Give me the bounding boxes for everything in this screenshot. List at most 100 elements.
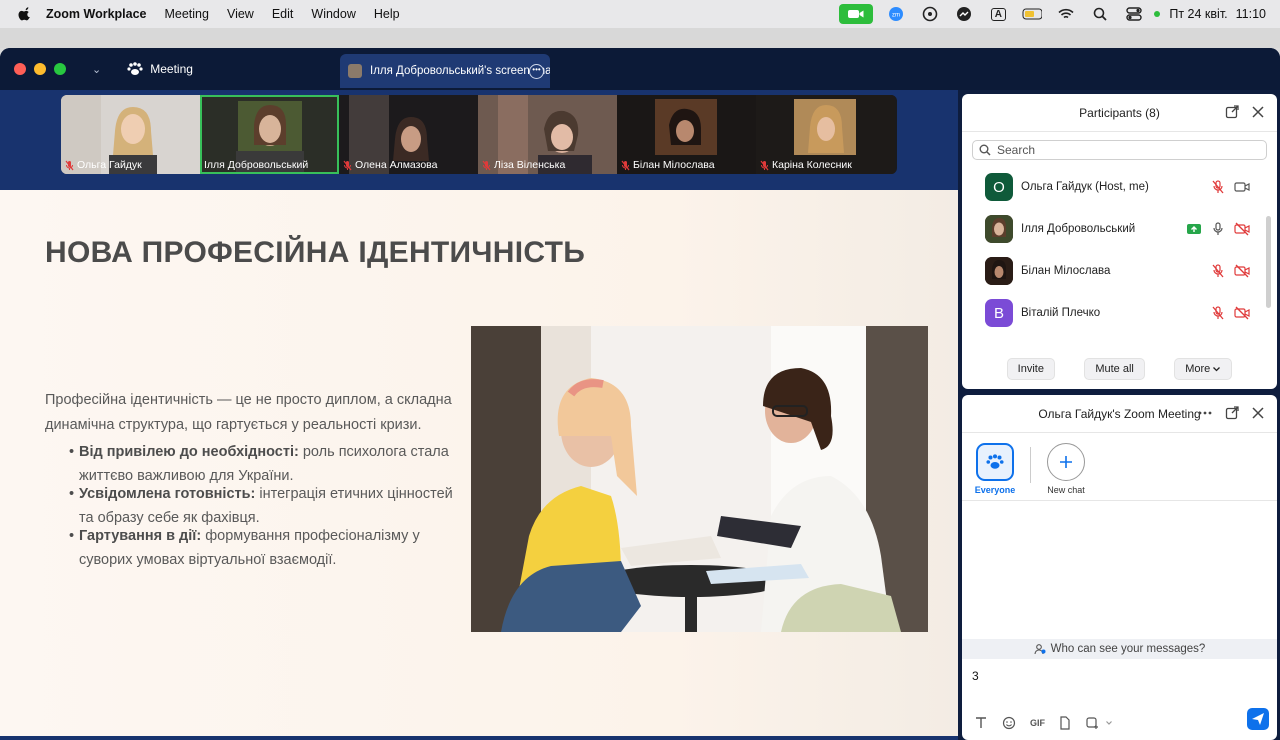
minimize-window-button[interactable] <box>34 63 46 75</box>
video-gallery-strip: Ольга Гайдук Ілля Добровольський Олена А… <box>61 95 897 174</box>
participants-search-input[interactable]: Search <box>972 140 1267 160</box>
divider <box>1030 447 1031 483</box>
viber-icon[interactable] <box>920 6 940 22</box>
menu-edit[interactable]: Edit <box>272 7 294 21</box>
window-titlebar: ⌄ Meeting Ілля Добровольський's screen s… <box>0 48 1280 90</box>
zoom-window: ⌄ Meeting Ілля Добровольський's screen s… <box>0 48 1280 740</box>
participant-name: Віталій Плечко <box>1021 307 1101 319</box>
desktop-strip <box>0 28 1280 48</box>
menubar-clock[interactable]: Пт 24 квіт. 11:10 <box>1169 7 1266 21</box>
mic-muted-icon[interactable] <box>1210 180 1226 194</box>
apple-icon[interactable] <box>18 7 32 21</box>
who-can-see-label: Who can see your messages? <box>1050 643 1206 655</box>
text-format-icon[interactable] <box>974 716 988 730</box>
mute-all-button[interactable]: Mute all <box>1084 358 1145 380</box>
video-tile[interactable]: Каріна Колесник <box>756 95 895 174</box>
send-button[interactable] <box>1247 708 1269 730</box>
slide-intro: Професійна ідентичність — це не просто д… <box>45 392 452 433</box>
video-off-icon[interactable] <box>1234 264 1250 278</box>
screenshot-icon[interactable] <box>1085 716 1099 730</box>
people-icon <box>1034 644 1046 655</box>
zoom-paw-icon <box>127 62 143 75</box>
tab-screen-share[interactable]: Ілля Добровольський's screen share ••• <box>340 54 550 88</box>
emoji-icon[interactable] <box>1002 716 1016 730</box>
video-off-icon[interactable] <box>1234 222 1250 236</box>
siri-icon[interactable] <box>1153 6 1161 22</box>
chat-tab-everyone[interactable]: Everyone <box>974 443 1016 495</box>
svg-text:zm: zm <box>892 13 900 19</box>
video-tile-name: Білан Мілослава <box>621 159 715 171</box>
mic-icon[interactable] <box>1210 222 1226 236</box>
close-icon[interactable] <box>1251 105 1265 119</box>
search-placeholder: Search <box>997 143 1036 157</box>
pop-out-icon[interactable] <box>1225 105 1239 119</box>
who-can-see-messages-link[interactable]: Who can see your messages? <box>962 639 1277 659</box>
slide-body: Професійна ідентичність — це не просто д… <box>45 388 455 568</box>
participants-actions: Invite Mute all More <box>962 358 1277 380</box>
video-tile[interactable]: Олена Алмазова <box>339 95 478 174</box>
input-source-icon[interactable]: A <box>988 6 1008 22</box>
chevron-down-icon[interactable]: ⌄ <box>92 63 101 76</box>
participant-name: Ольга Гайдук (Host, me) <box>1021 181 1149 193</box>
video-tile[interactable]: Білан Мілослава <box>617 95 756 174</box>
participant-row[interactable]: Білан Мілослава <box>962 250 1277 292</box>
messenger-icon[interactable] <box>954 6 974 22</box>
chat-message-input[interactable]: 3 <box>972 669 979 683</box>
close-icon[interactable] <box>1251 406 1265 420</box>
slide-photo-consultation <box>471 326 928 632</box>
more-button[interactable]: More <box>1174 358 1233 380</box>
participant-row[interactable]: О Ольга Гайдук (Host, me) <box>962 166 1277 208</box>
video-camera-icon[interactable] <box>1234 180 1250 194</box>
tab-meeting[interactable]: Meeting <box>127 62 193 76</box>
zoom-window-button[interactable] <box>54 63 66 75</box>
participant-row[interactable]: Ілля Добровольський <box>962 208 1277 250</box>
zoom-paw-icon <box>986 454 1004 469</box>
participants-scrollbar[interactable] <box>1266 216 1271 308</box>
video-tile[interactable]: Ліза Віленська <box>478 95 617 174</box>
avatar: В <box>985 299 1013 327</box>
control-center-icon[interactable] <box>1124 6 1144 22</box>
video-tile[interactable]: Ольга Гайдук <box>61 95 200 174</box>
menu-view[interactable]: View <box>227 7 254 21</box>
pop-out-icon[interactable] <box>1225 406 1239 420</box>
more-options-icon[interactable]: ••• <box>529 64 544 79</box>
menu-help[interactable]: Help <box>374 7 400 21</box>
mic-muted-icon[interactable] <box>1210 306 1226 320</box>
shared-slide: НОВА ПРОФЕСІЙНА ІДЕНТИЧНІСТЬ Професійна … <box>0 190 958 736</box>
facetime-icon[interactable] <box>839 4 874 24</box>
slide-bullet-list: Від привілею до необхідності: роль психо… <box>69 440 455 572</box>
battery-icon[interactable] <box>1022 6 1043 22</box>
slide-bullet: Від привілею до необхідності: роль психо… <box>69 440 455 488</box>
new-chat-button[interactable]: New chat <box>1045 443 1087 495</box>
menu-window[interactable]: Window <box>311 7 355 21</box>
menu-app-name[interactable]: Zoom Workplace <box>46 7 146 21</box>
video-tile-name: Ліза Віленська <box>482 159 565 171</box>
mic-muted-icon[interactable] <box>1210 264 1226 278</box>
close-window-button[interactable] <box>14 63 26 75</box>
file-icon[interactable] <box>1059 716 1071 730</box>
slide-title: НОВА ПРОФЕСІЙНА ІДЕНТИЧНІСТЬ <box>45 236 586 269</box>
zoom-icon[interactable]: zm <box>886 6 906 22</box>
plus-icon <box>1060 456 1072 468</box>
menu-meeting[interactable]: Meeting <box>164 7 208 21</box>
video-tile-active-speaker[interactable]: Ілля Добровольський <box>200 95 339 174</box>
chat-title: Ольга Гайдук's Zoom Meeting <box>1038 406 1201 421</box>
participant-row[interactable]: В Віталій Плечко <box>962 292 1277 334</box>
avatar: О <box>985 173 1013 201</box>
gif-icon[interactable]: GIF <box>1030 718 1045 728</box>
invite-button[interactable]: Invite <box>1006 358 1055 380</box>
wifi-icon[interactable] <box>1056 6 1076 22</box>
mic-muted-icon <box>343 160 352 170</box>
new-chat-label: New chat <box>1047 485 1085 495</box>
mic-muted-icon <box>760 160 769 170</box>
video-tile-name: Каріна Колесник <box>760 159 852 171</box>
avatar <box>348 64 362 78</box>
video-off-icon[interactable] <box>1234 306 1250 320</box>
spotlight-icon[interactable] <box>1090 6 1110 22</box>
avatar <box>985 257 1013 285</box>
video-tile-name: Ілля Добровольський <box>204 159 309 171</box>
avatar <box>985 215 1013 243</box>
screen-share-icon <box>1187 224 1201 234</box>
more-options-icon[interactable] <box>1197 406 1213 420</box>
chevron-down-icon[interactable] <box>1105 719 1113 727</box>
